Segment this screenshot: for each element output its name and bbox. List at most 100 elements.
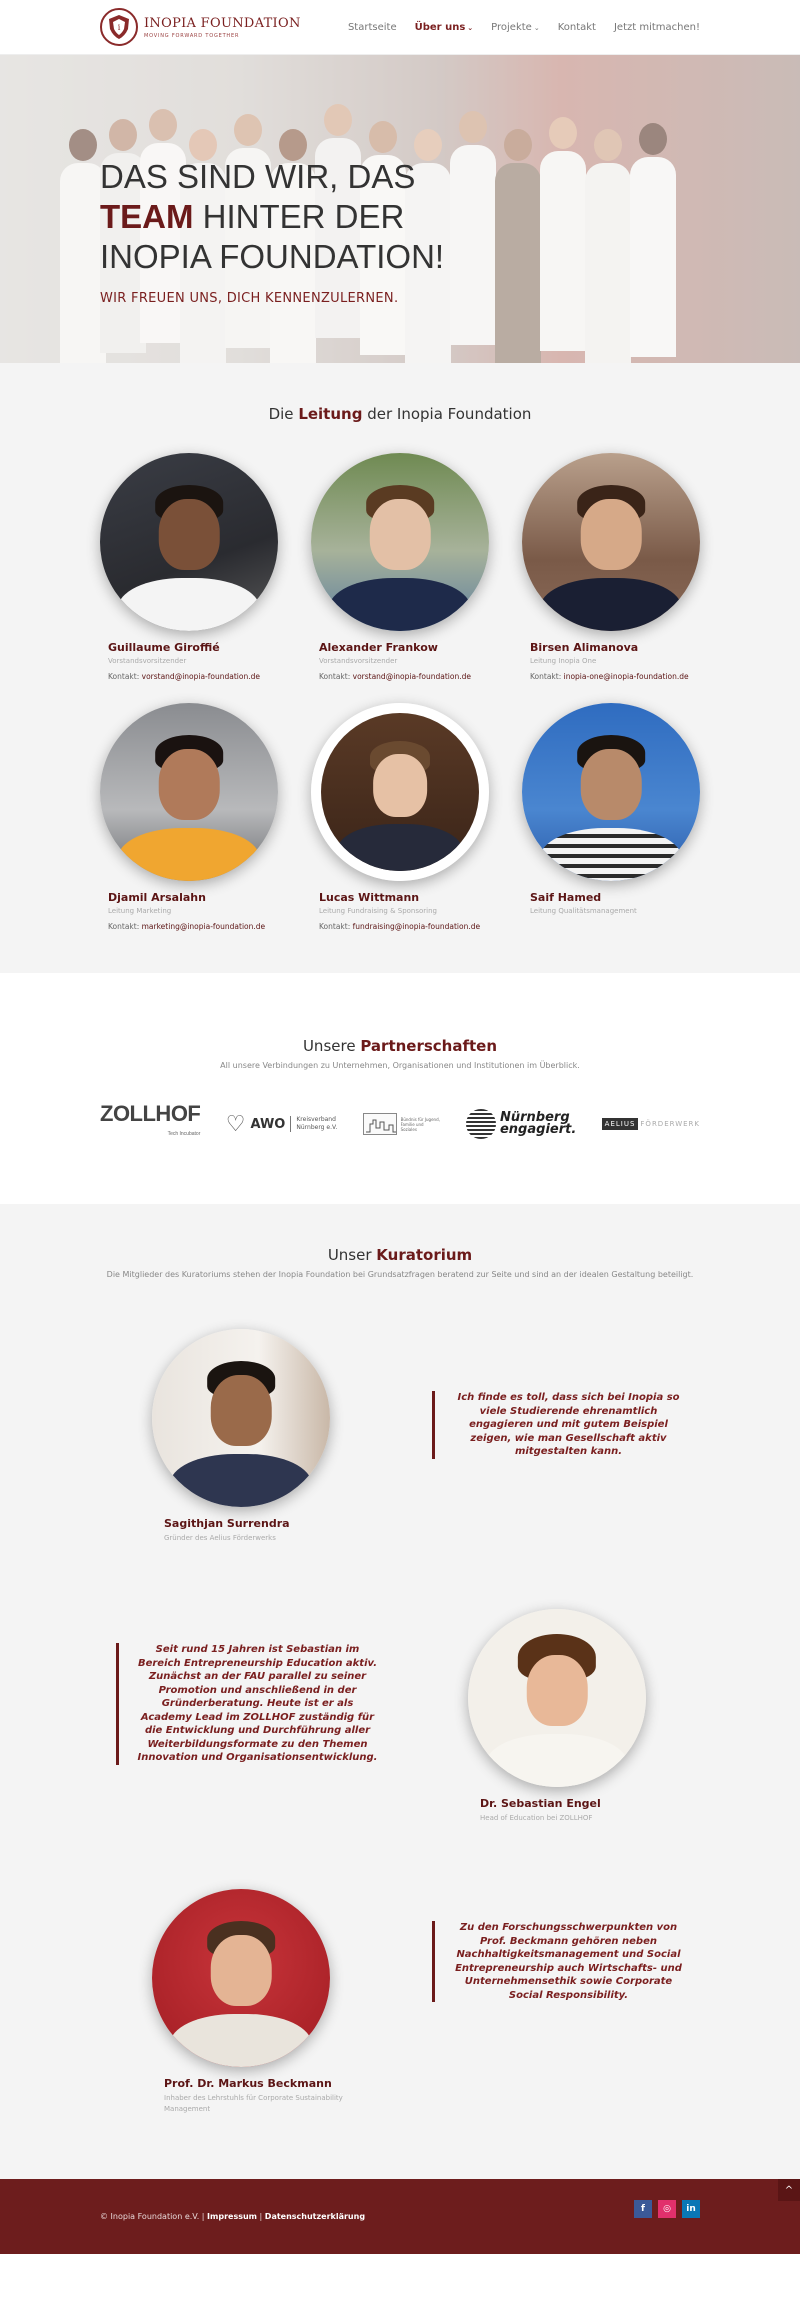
facebook-icon[interactable]: f <box>634 2199 652 2218</box>
heart-icon: ♡ <box>225 1111 246 1137</box>
contact-label: Kontakt: <box>319 922 353 931</box>
member-email-link[interactable]: marketing@inopia-foundation.de <box>142 922 266 931</box>
nuernberg-text-2: engagiert. <box>499 1122 577 1137</box>
leadership-title-pre: Die <box>268 405 299 423</box>
scroll-to-top-button[interactable]: ^ <box>778 2179 800 2201</box>
member-name: Prof. Dr. Markus Beckmann <box>164 2077 332 2090</box>
logo[interactable]: i INOPIA FOUNDATION MOVING FORWARD TOGET… <box>100 8 301 46</box>
partnerships-section: Unsere Partnerschaften All unsere Verbin… <box>0 973 800 1204</box>
member-quote: Seit rund 15 Jahren ist Sebastian im Ber… <box>116 1643 378 1765</box>
hero-title: DAS SIND WIR, DAS TEAM HINTER DER INOPIA… <box>100 157 444 277</box>
footer-separator: | <box>257 2212 265 2221</box>
datenschutz-link[interactable]: Datenschutzerklärung <box>265 2212 365 2221</box>
member-email-link[interactable]: vorstand@inopia-foundation.de <box>142 672 260 681</box>
hero-line1: DAS SIND WIR, DAS <box>100 158 416 195</box>
member-contact: Kontakt: vorstand@inopia-foundation.de <box>319 672 522 681</box>
nav-projekte[interactable]: Projekte ⌄ <box>491 22 540 33</box>
hero-line2-rest: HINTER DER <box>193 198 405 235</box>
member-photo <box>100 703 278 881</box>
member-role: Leitung Inopia One <box>530 657 597 665</box>
hero-banner: DAS SIND WIR, DAS TEAM HINTER DER INOPIA… <box>0 55 800 363</box>
member-role: Leitung Fundraising & Sponsoring <box>319 907 438 915</box>
member-email-link[interactable]: inopia-one@inopia-foundation.de <box>564 672 689 681</box>
kuratorium-member: Prof. Dr. Markus Beckmann Inhaber des Le… <box>0 1889 800 2139</box>
member-role: Gründer des Aelius Förderwerks <box>164 1534 276 1542</box>
member-contact: Kontakt: vorstand@inopia-foundation.de <box>108 672 311 681</box>
awo-sub-line1: Kreisverband <box>296 1116 336 1123</box>
member-quote: Zu den Forschungsschwerpunkten von Prof.… <box>432 1921 684 2002</box>
contact-label: Kontakt: <box>108 672 142 681</box>
nav-projekte-label: Projekte <box>491 21 532 33</box>
member-role: Leitung Qualitätsmanagement <box>530 907 637 915</box>
member-photo <box>311 703 489 881</box>
member-name: Alexander Frankow <box>319 641 438 654</box>
nav-startseite[interactable]: Startseite <box>348 22 397 33</box>
hero-line3: INOPIA FOUNDATION! <box>100 238 445 275</box>
member-name: Saif Hamed <box>530 891 602 904</box>
partner-logos: ZOLLHOF Tech Incubator ♡ AWO Kreisverband… <box>100 1101 700 1144</box>
kuratorium-subtitle: Die Mitglieder des Kuratoriums stehen de… <box>106 1270 694 1279</box>
svg-text:i: i <box>118 23 121 32</box>
team-member-card: Djamil Arsalahn Leitung Marketing Kontak… <box>100 703 311 953</box>
member-role: Inhaber des Lehrstuhls für Corporate Sus… <box>164 2094 343 2113</box>
zollhof-logo-sub: Tech Incubator <box>167 1131 201 1137</box>
logo-name: INOPIA FOUNDATION <box>144 15 301 31</box>
team-member-card: Saif Hamed Leitung Qualitätsmanagement <box>522 703 733 953</box>
zollhof-logo[interactable]: ZOLLHOF Tech Incubator <box>100 1101 201 1144</box>
partnerships-subtitle: All unsere Verbindungen zu Unternehmen, … <box>220 1061 580 1070</box>
site-footer: © Inopia Foundation e.V. | Impressum | D… <box>0 2179 800 2254</box>
buendnis-logo[interactable]: Bündnis für Jugend, Familie und Soziales <box>362 1113 441 1135</box>
hero-line2-bold: TEAM <box>100 198 194 235</box>
member-photo <box>522 703 700 881</box>
contact-label: Kontakt: <box>319 672 353 681</box>
nav-kontakt[interactable]: Kontakt <box>558 22 596 33</box>
member-name: Sagithjan Surrendra <box>164 1517 290 1530</box>
aelius-text-1: AELIUS <box>601 1118 639 1130</box>
footer-text: © Inopia Foundation e.V. | Impressum | D… <box>100 2212 365 2221</box>
member-contact: Kontakt: marketing@inopia-foundation.de <box>108 922 311 931</box>
kuratorium-title-pre: Unser <box>327 1246 377 1264</box>
nuernberg-engagiert-logo[interactable]: Nürnberg engagiert. <box>465 1109 577 1139</box>
chevron-down-icon: ⌄ <box>467 23 474 32</box>
leadership-title-post: der Inopia Foundation <box>362 405 532 423</box>
awo-logo[interactable]: ♡ AWO Kreisverband Nürnberg e.V. <box>226 1112 337 1137</box>
team-member-card: Alexander Frankow Vorstandsvorsitzender … <box>311 453 522 703</box>
stripe-circle-icon <box>465 1109 496 1139</box>
kuratorium-member: Seit rund 15 Jahren ist Sebastian im Ber… <box>0 1609 800 1889</box>
member-contact: Kontakt: inopia-one@inopia-foundation.de <box>530 672 733 681</box>
member-name: Guillaume Giroffié <box>108 641 220 654</box>
member-email-link[interactable]: vorstand@inopia-foundation.de <box>353 672 471 681</box>
linkedin-icon[interactable]: in <box>682 2199 700 2218</box>
member-email-link[interactable]: fundraising@inopia-foundation.de <box>353 922 480 931</box>
kuratorium-title-bold: Kuratorium <box>376 1246 473 1264</box>
site-header: i INOPIA FOUNDATION MOVING FORWARD TOGET… <box>0 0 800 55</box>
member-contact: Kontakt: fundraising@inopia-foundation.d… <box>319 922 522 931</box>
social-links: f ◎ in <box>634 2199 700 2218</box>
member-name: Dr. Sebastian Engel <box>480 1797 601 1810</box>
logo-tagline: MOVING FORWARD TOGETHER <box>144 32 240 39</box>
team-member-card: Lucas Wittmann Leitung Fundraising & Spo… <box>311 703 522 953</box>
instagram-icon[interactable]: ◎ <box>658 2199 676 2218</box>
kuratorium-member: Sagithjan Surrendra Gründer des Aelius F… <box>0 1329 800 1609</box>
chevron-down-icon: ⌄ <box>533 23 540 32</box>
copyright: © Inopia Foundation e.V. | <box>100 2212 208 2221</box>
awo-logo-sub: Kreisverband Nürnberg e.V. <box>290 1116 337 1132</box>
member-role: Vorstandsvorsitzender <box>108 657 187 665</box>
nav-jetzt-mitmachen[interactable]: Jetzt mitmachen! <box>614 22 700 33</box>
member-role: Vorstandsvorsitzender <box>319 657 398 665</box>
nav-ueber-uns[interactable]: Über uns ⌄ <box>415 22 474 33</box>
member-role: Head of Education bei ZOLLHOF <box>480 1814 593 1822</box>
hero-subtitle: WIR FREUEN UNS, DICH KENNENZULERNEN. <box>100 291 399 306</box>
member-photo <box>152 1329 330 1507</box>
leadership-section: Die Leitung der Inopia Foundation Guilla… <box>0 363 800 973</box>
partnerships-title: Unsere Partnerschaften <box>100 1037 700 1055</box>
buendnis-logo-text: Bündnis für Jugend, Familie und Soziales <box>400 1116 440 1132</box>
aelius-text-2: FÖRDERWERK <box>640 1120 700 1128</box>
zollhof-logo-text: ZOLLHOF <box>100 1101 201 1126</box>
kuratorium-title: Unser Kuratorium <box>0 1246 800 1264</box>
logo-crest-icon: i <box>100 8 138 46</box>
team-member-card: Birsen Alimanova Leitung Inopia One Kont… <box>522 453 733 703</box>
impressum-link[interactable]: Impressum <box>207 2212 257 2221</box>
contact-label: Kontakt: <box>108 922 142 931</box>
aelius-logo[interactable]: AELIUS FÖRDERWERK <box>601 1118 700 1130</box>
